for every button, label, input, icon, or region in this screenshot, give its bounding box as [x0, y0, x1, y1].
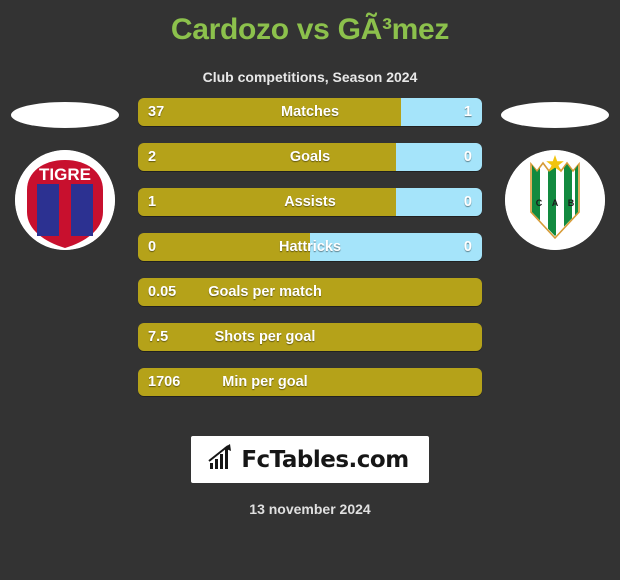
generated-date: 13 november 2024 — [249, 501, 371, 517]
svg-text:TIGRE: TIGRE — [39, 165, 91, 184]
tigre-crest-icon: TIGRE — [15, 150, 115, 250]
bar-chart-arrow-icon — [207, 444, 235, 475]
stat-bar-track — [138, 278, 482, 306]
stat-row-assists: 1 Assists 0 — [138, 188, 482, 216]
stat-bar-track — [138, 98, 482, 126]
page-title: Cardozo vs GÃ³mez — [170, 13, 450, 46]
stat-row-hattricks: 0 Hattricks 0 — [138, 233, 482, 261]
home-bar-segment — [138, 368, 482, 396]
home-bar-segment — [138, 323, 482, 351]
stat-row-min-per-goal: 1706 Min per goal — [138, 368, 482, 396]
comparison-board: TIGRE C A B 37 Matches 1 2 Goals 0 1 Ass… — [0, 98, 620, 428]
home-bar-segment — [138, 278, 482, 306]
away-bar-segment — [310, 233, 482, 261]
away-bar-segment — [401, 98, 482, 126]
home-bar-segment — [138, 188, 396, 216]
stat-bars-list: 37 Matches 1 2 Goals 0 1 Assists 0 0 Hat… — [138, 98, 482, 413]
home-bar-segment — [138, 143, 396, 171]
away-team-badge: C A B — [495, 98, 615, 298]
stat-bar-track — [138, 323, 482, 351]
svg-text:A: A — [552, 198, 559, 208]
stat-row-matches: 37 Matches 1 — [138, 98, 482, 126]
page-subtitle: Club competitions, Season 2024 — [202, 69, 418, 85]
away-bar-segment — [396, 188, 482, 216]
svg-text:C: C — [536, 198, 543, 208]
stat-row-goals-per-match: 0.05 Goals per match — [138, 278, 482, 306]
fctables-logo[interactable]: FcTables.com — [191, 436, 429, 483]
banfield-crest-icon: C A B — [505, 150, 605, 250]
home-badge-top-ellipse — [11, 102, 119, 128]
stat-row-goals: 2 Goals 0 — [138, 143, 482, 171]
stat-bar-track — [138, 143, 482, 171]
header: Cardozo vs GÃ³mez Club competitions, Sea… — [0, 0, 620, 86]
stat-row-shots-per-goal: 7.5 Shots per goal — [138, 323, 482, 351]
svg-text:B: B — [568, 198, 575, 208]
home-team-badge: TIGRE — [5, 98, 125, 298]
stat-bar-track — [138, 188, 482, 216]
away-badge-top-ellipse — [501, 102, 609, 128]
home-bar-segment — [138, 233, 310, 261]
stat-bar-track — [138, 233, 482, 261]
fctables-logo-text: FcTables.com — [241, 446, 409, 473]
away-bar-segment — [396, 143, 482, 171]
home-bar-segment — [138, 98, 402, 126]
footer: FcTables.com 13 november 2024 — [0, 436, 620, 518]
stat-bar-track — [138, 368, 482, 396]
